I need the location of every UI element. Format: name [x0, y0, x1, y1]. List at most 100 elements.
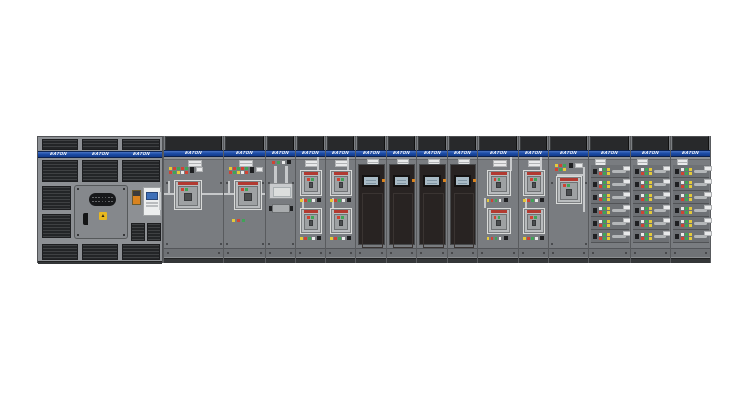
base-strip [266, 258, 295, 263]
indicator-lamp [649, 172, 652, 175]
indicator-lamp [241, 171, 244, 174]
cabinet-door [164, 157, 223, 248]
indicator-lamp [603, 172, 606, 175]
breaker-face [178, 186, 198, 206]
indicator-lamp [311, 178, 314, 181]
indicator-lamp [641, 207, 644, 210]
indicator-lamp [300, 199, 303, 202]
breaker-label [178, 182, 198, 185]
indicator-lamp [599, 194, 602, 197]
feeder-drawer [633, 165, 669, 178]
air-circuit-breaker [556, 176, 582, 204]
brand-logo: EATON [132, 152, 150, 157]
roof-duct [388, 136, 415, 150]
vent-grille [42, 186, 71, 210]
air-circuit-breaker [234, 180, 262, 210]
indicator-lamp [169, 167, 172, 170]
section-bridge: EATON [265, 136, 295, 263]
roof-duct [165, 136, 222, 150]
indicator-lamp [599, 211, 602, 214]
indicator-lamp [641, 181, 644, 184]
brand-band: EATON [164, 150, 223, 157]
hmi-display [362, 175, 380, 187]
indicator-lamp [555, 168, 558, 171]
control-switch [250, 167, 254, 173]
indicator-lamp [649, 168, 652, 171]
section-acb: EATON [223, 136, 265, 263]
indicator-lamp [649, 224, 652, 227]
indicator-lamp [645, 220, 648, 223]
power-led [443, 179, 446, 182]
vent-sticker [493, 163, 507, 167]
indicator-lamp [535, 237, 538, 240]
base-strip [549, 258, 588, 263]
base-strip [417, 258, 447, 263]
base-strip [448, 258, 477, 263]
indicator-lamp [277, 161, 280, 164]
indicator-lamp [599, 237, 602, 240]
cabinet-door [266, 157, 295, 248]
section-acb-stack: EATON [325, 136, 355, 263]
label-chip [704, 218, 712, 223]
indicator-lamp [342, 237, 345, 240]
indicator-lamp [567, 184, 570, 187]
breaker-window [184, 193, 191, 201]
indicator-lamp [685, 220, 688, 223]
indicator-lamp [334, 237, 337, 240]
indicator-lamp [495, 199, 498, 202]
brand-band: EATON [478, 150, 518, 157]
indicator-lamp [681, 168, 684, 171]
breaker-window [309, 220, 314, 226]
aux-device [132, 190, 141, 205]
indicator-lamp [649, 181, 652, 184]
indicator-lamp [685, 198, 688, 201]
feeder-drawer [591, 217, 629, 230]
breaker-face [304, 176, 318, 192]
kick-plate [296, 248, 325, 258]
indicator-lamp [685, 194, 688, 197]
base-strip [478, 258, 518, 263]
render-canvas: EATONEATONEATON▲EATON EATON EATONEATON E… [0, 0, 750, 400]
indicator-lamp [599, 168, 602, 171]
indicator-lamp [603, 211, 606, 214]
indicator-lamp [307, 178, 310, 181]
indicator-lamp [645, 185, 648, 188]
access-door: ▲ [74, 185, 128, 239]
top-vent [122, 139, 160, 150]
indicator-lamp [559, 168, 562, 171]
cabinet-front [448, 157, 477, 248]
breaker-label [491, 172, 507, 175]
cabinet-front [417, 157, 447, 248]
air-circuit-breaker [330, 170, 352, 196]
bottom-vent [42, 244, 78, 260]
indicator-lamp [645, 168, 648, 171]
brand-logo: EATON [423, 151, 441, 156]
roof-duct [357, 136, 385, 150]
roof-duct [632, 136, 669, 150]
top-vent [42, 139, 78, 150]
indicator-lamp [607, 194, 610, 197]
section-acb-stack: EATON [295, 136, 325, 263]
vent-grille [122, 160, 160, 182]
power-led [382, 179, 385, 182]
breaker-label [334, 172, 348, 175]
brand-logo: EATON [601, 151, 619, 156]
lower-device [272, 204, 290, 213]
brand-band: EATON [266, 150, 295, 157]
indicator-lamp [308, 237, 311, 240]
kick-plate [356, 248, 386, 258]
brand-band: EATON [224, 150, 265, 157]
kick-plate [478, 248, 518, 258]
roof-duct [520, 136, 547, 150]
indicator-lamp [599, 207, 602, 210]
kick-plate [589, 248, 630, 258]
indicator-lamp [607, 237, 610, 240]
incomer-cabinet-body: EATONEATONEATON▲ [37, 136, 163, 263]
breaker-face [491, 214, 507, 230]
brand-logo: EATON [642, 151, 660, 156]
indicator-lamp [641, 224, 644, 227]
kick-plate [164, 248, 223, 258]
feeder-drawer [673, 217, 709, 230]
indicator-lamp [531, 199, 534, 202]
indicator-lamp [181, 167, 184, 170]
